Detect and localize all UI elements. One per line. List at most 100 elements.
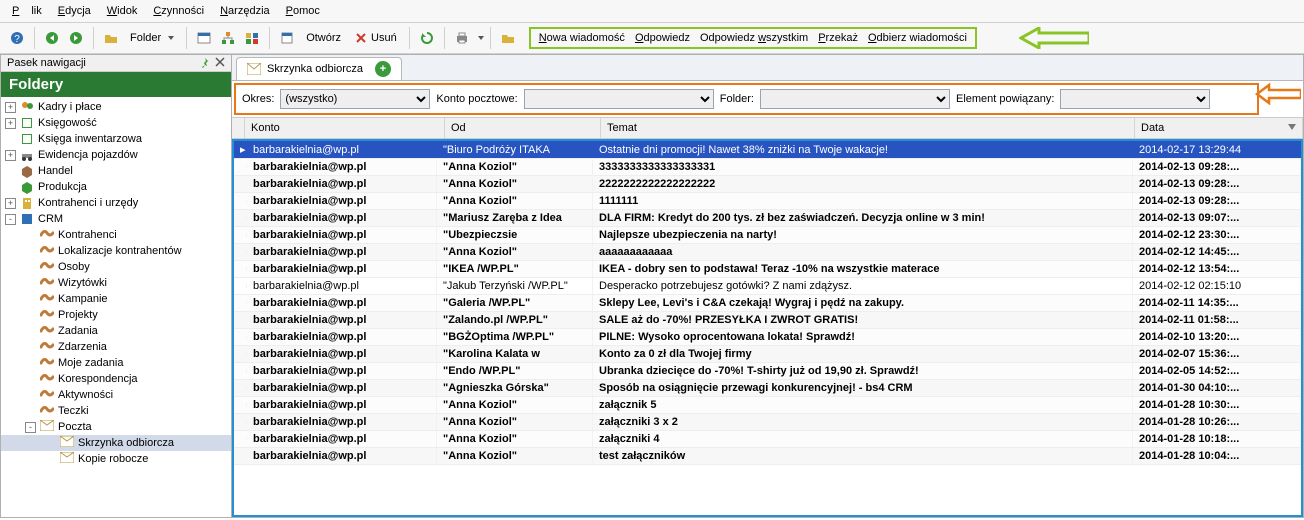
- grid-body[interactable]: ▸barbarakielnia@wp.pl"Biuro Podróży ITAK…: [232, 139, 1303, 517]
- folder-open-icon[interactable]: [100, 27, 122, 49]
- collapse-icon[interactable]: -: [25, 422, 36, 433]
- filter-element-select[interactable]: [1060, 89, 1210, 109]
- table-row[interactable]: barbarakielnia@wp.pl"Anna Koziol"3333333…: [234, 159, 1301, 176]
- menu-pomoc[interactable]: Pomoc: [280, 3, 326, 19]
- tree-item[interactable]: Korespondencja: [1, 371, 231, 387]
- tree-item[interactable]: +Księgowość: [1, 115, 231, 131]
- table-row[interactable]: barbarakielnia@wp.pl"Anna Koziol"załączn…: [234, 431, 1301, 448]
- folder-tree[interactable]: +Kadry i płace+KsięgowośćKsięga inwentar…: [1, 97, 231, 517]
- folder-yellow-icon[interactable]: [497, 27, 519, 49]
- tree-item[interactable]: +Kadry i płace: [1, 99, 231, 115]
- table-row[interactable]: barbarakielnia@wp.pl"Anna Koziol"1111111…: [234, 193, 1301, 210]
- tree-item[interactable]: Handel: [1, 163, 231, 179]
- tree-item-label: Kontrahenci i urzędy: [38, 197, 138, 209]
- print-icon[interactable]: [451, 27, 473, 49]
- collapse-icon[interactable]: -: [5, 214, 16, 225]
- table-row[interactable]: barbarakielnia@wp.pl"Zalando.pl /WP.PL"S…: [234, 312, 1301, 329]
- tab-add-icon[interactable]: +: [375, 61, 391, 77]
- expand-icon[interactable]: +: [5, 150, 16, 161]
- tree-item[interactable]: Kontrahenci: [1, 227, 231, 243]
- table-row[interactable]: barbarakielnia@wp.pl"Endo /WP.PL"Ubranka…: [234, 363, 1301, 380]
- table-row[interactable]: barbarakielnia@wp.pl"IKEA /WP.PL"IKEA - …: [234, 261, 1301, 278]
- delete-button[interactable]: Usuń: [349, 30, 403, 46]
- col-head-konto[interactable]: Konto: [245, 118, 445, 138]
- filter-folder-select[interactable]: [760, 89, 950, 109]
- cell-data: 2014-01-28 10:30:...: [1133, 397, 1301, 413]
- close-icon[interactable]: [215, 57, 225, 69]
- expand-icon[interactable]: +: [5, 102, 16, 113]
- filter-okres-select[interactable]: (wszystko): [280, 89, 430, 109]
- filter-konto-label: Konto pocztowe:: [436, 93, 517, 105]
- reply-link[interactable]: Odpowiedz: [635, 32, 690, 44]
- tree-item[interactable]: - CRM: [1, 211, 231, 227]
- menu-edycja[interactable]: Edycja: [52, 3, 97, 19]
- org-icon[interactable]: [217, 27, 239, 49]
- orange-arrow-annotation: [1255, 83, 1301, 105]
- table-row[interactable]: barbarakielnia@wp.pl"UbezpieczsieNajleps…: [234, 227, 1301, 244]
- table-row[interactable]: barbarakielnia@wp.pl"Anna Koziol"załączn…: [234, 397, 1301, 414]
- table-row[interactable]: barbarakielnia@wp.pl"Mariusz Zaręba z Id…: [234, 210, 1301, 227]
- refresh-icon[interactable]: [416, 27, 438, 49]
- forward-icon[interactable]: [65, 27, 87, 49]
- open-button[interactable]: Otwórz: [300, 30, 347, 46]
- chevron-down-icon[interactable]: [478, 36, 484, 40]
- filter-konto-select[interactable]: [524, 89, 714, 109]
- tree-item[interactable]: Kopie robocze: [1, 451, 231, 467]
- cell-data: 2014-02-17 13:29:44: [1133, 142, 1301, 158]
- table-row[interactable]: ▸barbarakielnia@wp.pl"Biuro Podróży ITAK…: [234, 141, 1301, 159]
- back-icon[interactable]: [41, 27, 63, 49]
- table-row[interactable]: barbarakielnia@wp.pl"Jakub Terzyński /WP…: [234, 278, 1301, 295]
- tree-item[interactable]: Teczki: [1, 403, 231, 419]
- table-row[interactable]: barbarakielnia@wp.pl"Karolina Kalata wKo…: [234, 346, 1301, 363]
- tree-item[interactable]: Moje zadania: [1, 355, 231, 371]
- tree-item[interactable]: Zdarzenia: [1, 339, 231, 355]
- receive-link[interactable]: Odbierz wiadomości: [868, 32, 967, 44]
- cell-konto: barbarakielnia@wp.pl: [247, 312, 437, 328]
- forward-link[interactable]: Przekaż: [818, 32, 858, 44]
- table-row[interactable]: barbarakielnia@wp.pl"Anna Koziol"2222222…: [234, 176, 1301, 193]
- col-head-temat[interactable]: Temat: [601, 118, 1135, 138]
- tree-item[interactable]: Wizytówki: [1, 275, 231, 291]
- tree-item[interactable]: Zadania: [1, 323, 231, 339]
- mail-icon: [40, 420, 54, 434]
- row-marker: [234, 216, 247, 220]
- worm-icon: [40, 244, 54, 258]
- menu-widok[interactable]: Widok: [101, 3, 144, 19]
- tree-item[interactable]: Lokalizacje kontrahentów: [1, 243, 231, 259]
- col-head-od[interactable]: Od: [445, 118, 601, 138]
- expand-icon[interactable]: +: [5, 198, 16, 209]
- card-icon[interactable]: [193, 27, 215, 49]
- table-row[interactable]: barbarakielnia@wp.pl"Anna Koziol"aaaaaaa…: [234, 244, 1301, 261]
- table-row[interactable]: barbarakielnia@wp.pl"Anna Koziol"test za…: [234, 448, 1301, 465]
- tree-item[interactable]: Kampanie: [1, 291, 231, 307]
- cell-od: "Zalando.pl /WP.PL": [437, 312, 593, 328]
- tree-item[interactable]: Produkcja: [1, 179, 231, 195]
- tree-item[interactable]: Projekty: [1, 307, 231, 323]
- col-head-data[interactable]: Data: [1135, 118, 1303, 138]
- folder-dropdown[interactable]: Folder: [124, 30, 180, 46]
- form-icon[interactable]: [276, 27, 298, 49]
- cards-icon[interactable]: [241, 27, 263, 49]
- table-row[interactable]: barbarakielnia@wp.pl"Anna Koziol"załączn…: [234, 414, 1301, 431]
- tab-inbox[interactable]: Skrzynka odbiorcza +: [236, 57, 402, 80]
- table-row[interactable]: barbarakielnia@wp.pl"BGŻOptima /WP.PL"PI…: [234, 329, 1301, 346]
- menu-czynnosci[interactable]: Czynności: [147, 3, 210, 19]
- reply-all-link[interactable]: Odpowiedz wszystkim: [700, 32, 808, 44]
- pin-icon[interactable]: [199, 57, 211, 69]
- tree-item[interactable]: -Poczta: [1, 419, 231, 435]
- tree-item[interactable]: Osoby: [1, 259, 231, 275]
- expand-icon[interactable]: +: [5, 118, 16, 129]
- table-row[interactable]: barbarakielnia@wp.pl"Galeria /WP.PL"Skle…: [234, 295, 1301, 312]
- menu-plik[interactable]: Plik: [6, 3, 48, 19]
- tree-item[interactable]: Skrzynka odbiorcza: [1, 435, 231, 451]
- menu-narzedzia[interactable]: Narzędzia: [214, 3, 276, 19]
- tree-item-label: CRM: [38, 213, 63, 225]
- new-message-link[interactable]: Nowa wiadomość: [539, 32, 625, 44]
- tree-item[interactable]: +Ewidencja pojazdów: [1, 147, 231, 163]
- tree-item[interactable]: Księga inwentarzowa: [1, 131, 231, 147]
- help-icon[interactable]: ?: [6, 27, 28, 49]
- table-row[interactable]: barbarakielnia@wp.pl"Agnieszka Górska"Sp…: [234, 380, 1301, 397]
- tree-item[interactable]: + Kontrahenci i urzędy: [1, 195, 231, 211]
- tree-item[interactable]: Aktywności: [1, 387, 231, 403]
- tree-item-label: Osoby: [58, 261, 90, 273]
